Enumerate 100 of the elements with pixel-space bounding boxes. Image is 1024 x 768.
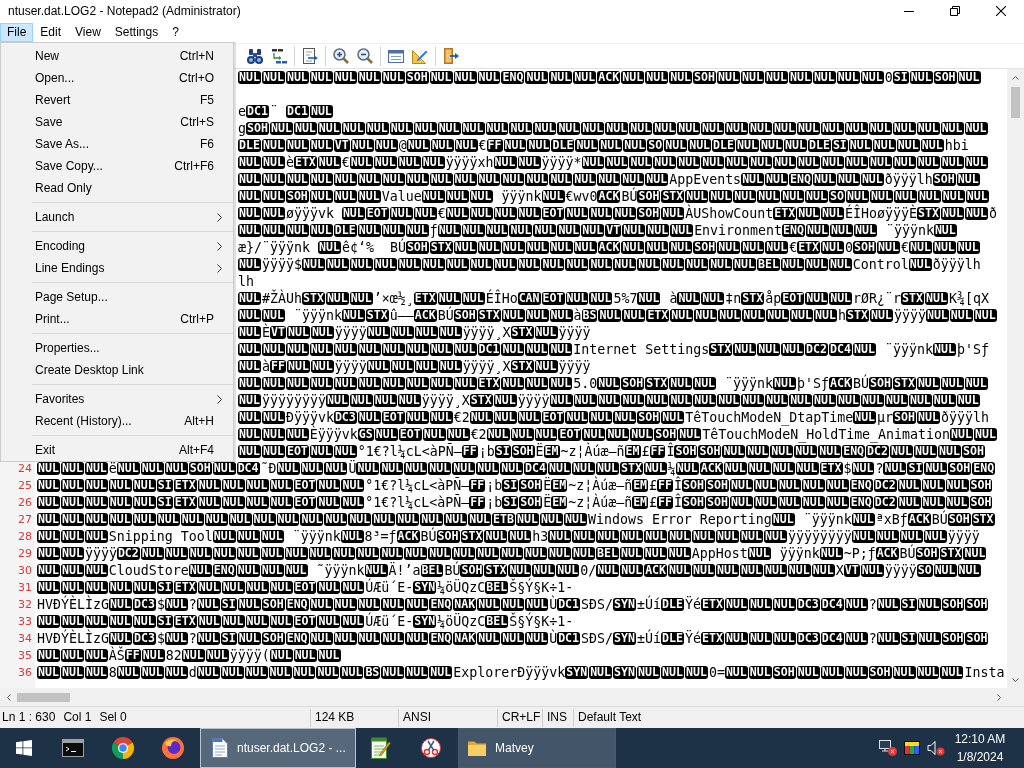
- menu-item[interactable]: Save Ctrl+S: [1, 111, 233, 133]
- control-code: NUL: [317, 156, 341, 169]
- control-code: ACK: [644, 564, 668, 577]
- control-code: NUL: [643, 462, 667, 475]
- minimize-icon[interactable]: [904, 10, 914, 12]
- menu-bar-item[interactable]: ?: [165, 23, 186, 42]
- terminal-icon[interactable]: [62, 739, 84, 757]
- menu-item[interactable]: Exit Alt+F4: [1, 439, 233, 461]
- vertical-scrollbar[interactable]: [1007, 69, 1024, 688]
- menu-bar-item[interactable]: Settings: [107, 23, 166, 42]
- control-code: STX: [901, 292, 925, 305]
- menu-item[interactable]: Read Only: [1, 177, 233, 199]
- control-code: NUL: [870, 190, 893, 203]
- control-code: NUL: [598, 309, 622, 322]
- network-icon[interactable]: [879, 740, 897, 756]
- control-code: NUL: [669, 377, 693, 390]
- menu-item[interactable]: Properties...: [1, 337, 233, 359]
- control-code: NUL: [736, 139, 759, 152]
- control-code: NUL: [876, 632, 900, 645]
- menu-item[interactable]: Print... Ctrl+P: [1, 308, 233, 330]
- control-code: NUL: [389, 122, 413, 135]
- menu-item[interactable]: Save As... F6: [1, 133, 233, 155]
- control-code: NUL: [701, 122, 725, 135]
- menu-item[interactable]: Create Desktop Link: [1, 359, 233, 381]
- menu-item[interactable]: Recent (History)... Alt+H: [1, 410, 233, 432]
- control-code: NUL: [549, 71, 573, 84]
- editor-text: ’×œ½¸: [373, 290, 414, 307]
- control-code: NUL: [597, 173, 621, 186]
- control-code: NUL: [140, 666, 164, 679]
- control-code: NUL: [269, 581, 293, 594]
- taskbar-window-button[interactable]: ntuser.dat.LOG2 - ...: [200, 728, 356, 768]
- control-code: NUL: [261, 377, 285, 390]
- menu-item[interactable]: Revert F5: [1, 89, 233, 111]
- control-code: NUL: [188, 564, 212, 577]
- control-code: NUL: [503, 139, 527, 152]
- display-icon[interactable]: [904, 741, 920, 755]
- horizontal-scrollbar[interactable]: [0, 688, 1007, 706]
- scissors-icon[interactable]: [420, 738, 442, 758]
- scroll-up-icon[interactable]: [1012, 75, 1019, 80]
- scroll-right-icon[interactable]: [996, 693, 1001, 701]
- menu-item[interactable]: Launch: [1, 206, 233, 228]
- menu-bar-item[interactable]: View: [68, 23, 108, 42]
- control-code: NUL: [643, 547, 667, 560]
- control-code: VT: [333, 139, 350, 152]
- control-code: NUL: [341, 581, 365, 594]
- control-code: NUL: [493, 258, 517, 271]
- menu-bar-item[interactable]: Edit: [33, 23, 69, 42]
- menu-item[interactable]: Encoding: [1, 235, 233, 257]
- window-icon[interactable]: [388, 49, 404, 63]
- exit-door-icon[interactable]: [443, 48, 459, 64]
- menu-bar-item[interactable]: File: [0, 23, 34, 42]
- round-logo-icon[interactable]: [162, 737, 184, 759]
- control-code: NUL: [589, 411, 613, 424]
- notepad-pencil-icon[interactable]: [371, 737, 391, 759]
- control-code: NUL: [876, 598, 900, 611]
- menu-item[interactable]: Page Setup...: [1, 286, 233, 308]
- menu-item[interactable]: Open... Ctrl+O: [1, 67, 233, 89]
- control-code: NUL: [565, 207, 589, 220]
- binoculars-icon[interactable]: [247, 48, 263, 64]
- control-code: NUL: [60, 649, 84, 662]
- control-code: NUL: [694, 309, 718, 322]
- scrollbar-thumb[interactable]: [1011, 87, 1020, 118]
- ruler-pencil-icon[interactable]: [412, 48, 428, 64]
- editor-text: µr: [877, 409, 894, 426]
- replace-icon[interactable]: [271, 48, 287, 64]
- scroll-left-icon[interactable]: [6, 693, 11, 701]
- control-code: ENQ: [429, 598, 453, 611]
- control-code: NUL: [718, 309, 742, 322]
- control-code: ENQ: [849, 496, 873, 509]
- control-code: ACK: [699, 462, 723, 475]
- control-code: SOH: [869, 377, 892, 390]
- control-code: EOT: [293, 496, 317, 509]
- control-code: EOT: [781, 292, 805, 305]
- control-code: DC1: [477, 343, 501, 356]
- control-code: NUL: [341, 122, 365, 135]
- control-code: NUL: [821, 207, 845, 220]
- control-code: NUL: [373, 258, 397, 271]
- menu-item[interactable]: Favorites: [1, 388, 233, 410]
- editor-text: e: [238, 103, 246, 120]
- round-logo-icon[interactable]: [112, 737, 134, 759]
- scroll-down-icon[interactable]: [1012, 677, 1019, 682]
- control-code: NUL: [940, 377, 964, 390]
- restore-icon[interactable]: [950, 6, 960, 16]
- menu-item[interactable]: Line Endings: [1, 257, 233, 279]
- control-code: NUL: [341, 207, 365, 220]
- scrollbar-thumb[interactable]: [17, 692, 70, 702]
- control-code: NUL: [268, 666, 292, 679]
- menu-item[interactable]: Save Copy... Ctrl+F6: [1, 155, 233, 177]
- control-code: DC3: [132, 598, 156, 611]
- menu-item[interactable]: New Ctrl+N: [1, 45, 233, 67]
- taskbar-window-button[interactable]: Matvey: [458, 728, 616, 768]
- close-icon[interactable]: [996, 6, 1006, 16]
- speaker-muted-icon[interactable]: [927, 740, 945, 756]
- zoom-in-icon[interactable]: [333, 48, 349, 64]
- zoom-out-icon[interactable]: [357, 48, 373, 64]
- control-code: NUL: [949, 309, 973, 322]
- control-code: NUL: [37, 496, 60, 509]
- control-code: NUL: [757, 190, 781, 203]
- start-icon[interactable]: [16, 740, 32, 756]
- control-code: NUL: [300, 513, 324, 526]
